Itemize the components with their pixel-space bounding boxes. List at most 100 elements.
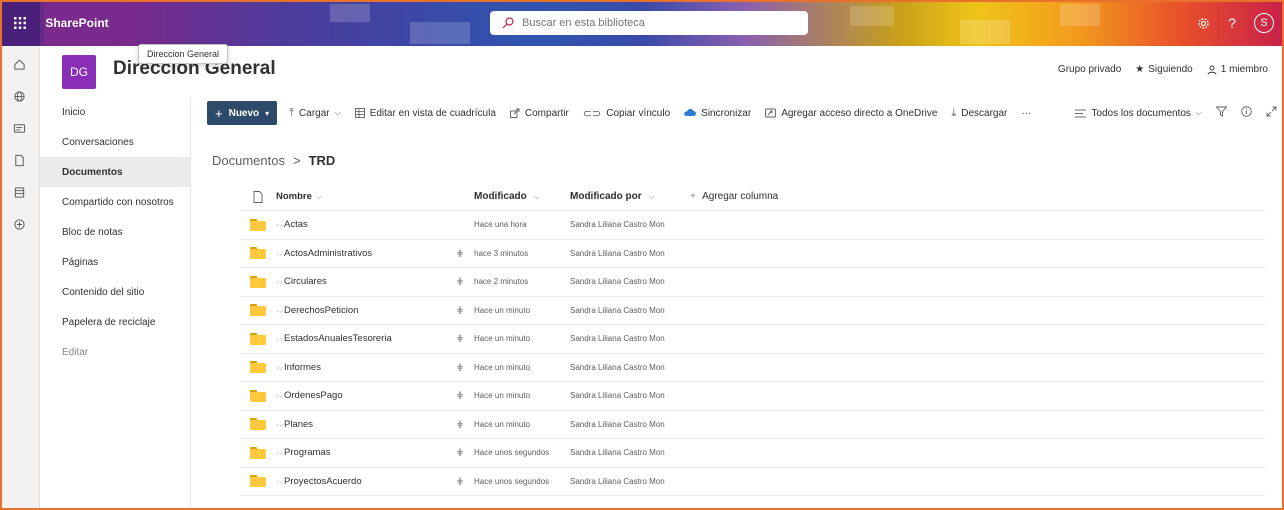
table-row[interactable]: ⸝⸝ ProyectosAcuerdo ⋕ Hace unos segundos San… [240,468,1265,496]
file-name: OrdenesPago [284,390,343,402]
nav-item-inicio[interactable]: Inicio [40,97,190,127]
table-row[interactable]: ⸝⸝ OrdenesPago ⋕ Hace un minuto Sandra Lilia… [240,382,1265,411]
file-name-cell[interactable]: ⸝⸝ DerechosPeticion [276,305,446,316]
modified-by-cell[interactable]: Sandra Liliana Castro Mon [570,420,684,429]
chevron-down-icon: ⌵ [315,191,322,201]
members-button[interactable]: 1 miembro [1207,64,1268,75]
copy-link-button[interactable]: ⊂⊃ Copiar vínculo [583,107,670,120]
shared-icon: ⋕ [456,447,464,458]
shared-icon: ⋕ [456,475,464,486]
modified-by-cell[interactable]: Sandra Liliana Castro Mon [570,277,684,286]
breadcrumb-separator: > [292,153,301,168]
modified-by-cell[interactable]: Sandra Liliana Castro Mon [570,477,684,486]
modified-by-cell[interactable]: Sandra Liliana Castro Mon [570,363,684,372]
folder-icon [240,418,276,431]
table-row[interactable]: ⸝⸝ ActosAdministrativos ⋕ hace 3 minutos San… [240,240,1265,268]
table-row[interactable]: ⸝⸝ Planes ⋕ Hace un minuto Sandra Liliana Ca… [240,411,1265,439]
column-header-modified-by[interactable]: Modificado por ⌵ [570,191,684,202]
new-button[interactable]: + Nuevo ▾ [207,101,278,125]
table-row[interactable]: ⸝⸝ DerechosPeticion ⋕ Hace un minuto Sandra … [240,297,1265,325]
file-name-cell[interactable]: ⸝⸝ Informes [276,362,446,373]
nav-item-conversaciones[interactable]: Conversaciones [40,127,190,157]
table-row[interactable]: ⸝⸝ Circulares ⋕ hace 2 minutos Sandra Lilian… [240,268,1265,297]
shared-icon: ⋕ [456,304,464,315]
modified-cell: hace 2 minutos [474,277,529,287]
modified-by-cell[interactable]: Sandra Liliana Castro Mon [570,334,684,343]
onedrive-shortcut-button[interactable]: Agregar acceso directo a OneDrive [765,108,937,119]
file-icon[interactable] [0,144,39,176]
shared-icon: ⋕ [456,418,464,429]
modified-by-cell[interactable]: Sandra Liliana Castro Mon [570,220,684,229]
share-button[interactable]: Compartir [509,107,569,119]
table-row[interactable]: ⸝⸝ Actas Hace una hora Sandra Liliana Castr… [240,211,1265,240]
site-logo[interactable]: DG [62,55,96,89]
more-icon: ··· [1021,107,1032,119]
settings-icon[interactable] [1197,17,1210,30]
upload-label: Cargar [299,107,330,119]
nav-item-paginas[interactable]: Páginas [40,247,190,277]
sync-button[interactable]: Sincronizar [684,108,751,119]
chevron-down-icon: ⌵ [533,192,540,201]
modified-cell: Hace una hora [474,220,527,230]
file-name-cell[interactable]: ⸝⸝ ProyectosAcuerdo [276,476,446,487]
table-row[interactable]: ⸝⸝ EstadosAnualesTesoreria ⋕ Hace un minuto… [240,325,1265,354]
modified-by-cell[interactable]: Sandra Liliana Castro Mon [570,249,684,258]
modified-by-cell[interactable]: Sandra Liliana Castro Mon [570,391,684,400]
expand-icon[interactable] [1266,106,1277,120]
file-name-cell[interactable]: ⸝⸝ Actas [276,219,446,230]
column-header-name[interactable]: Nombre ⌵ [276,191,446,202]
file-type-header-icon[interactable] [240,190,276,203]
more-button[interactable]: ··· [1021,108,1031,119]
modified-cell: Hace un minuto [474,391,531,401]
filter-icon[interactable] [1215,106,1228,120]
nav-item-contenido-del-sitio[interactable]: Contenido del sitio [40,277,190,307]
account-avatar[interactable]: S [1254,13,1274,33]
follow-label: Siguiendo [1148,64,1193,75]
news-icon[interactable] [0,112,39,144]
create-icon[interactable] [0,208,39,240]
search-box[interactable] [490,11,808,35]
help-icon[interactable]: ? [1228,15,1236,31]
column-header-modified[interactable]: Modificado ⌵ [474,191,570,202]
table-row[interactable]: ⸝⸝ Programas ⋕ Hace unos segundos Sandra Lil… [240,439,1265,468]
add-column-button[interactable]: + Agregar columna [690,191,778,202]
lists-icon[interactable] [0,176,39,208]
home-icon[interactable] [0,48,39,80]
modified-by-cell[interactable]: Sandra Liliana Castro Mon [570,448,684,457]
view-selector[interactable]: Todos los documentos ⌵ [1075,108,1202,119]
nav-item-documentos[interactable]: Documentos [40,157,190,187]
file-name-cell[interactable]: ⸝⸝ OrdenesPago [276,390,446,401]
app-launcher-button[interactable] [0,0,40,46]
nav-item-compartido[interactable]: Compartido con nosotros [40,187,190,217]
table-row[interactable]: ⸝⸝ Informes ⋕ Hace un minuto Sandra Liliana … [240,354,1265,382]
nav-item-papelera[interactable]: Papelera de reciclaje [40,307,190,337]
share-icon [509,108,520,118]
breadcrumb-root[interactable]: Documentos [212,153,285,168]
download-label: Descargar [961,107,1008,119]
file-name-cell[interactable]: ⸝⸝ Planes [276,419,446,430]
file-name-cell[interactable]: ⸝⸝ Programas [276,447,446,458]
upload-button[interactable]: ⤒ Cargar ⌵ [289,107,341,120]
waffle-icon [14,17,26,29]
file-name-cell[interactable]: ⸝⸝ EstadosAnualesTesoreria [276,333,446,344]
file-name-cell[interactable]: ⸝⸝ Circulares [276,276,446,287]
nav-edit-link[interactable]: Editar [40,337,190,367]
download-button[interactable]: ⤓ Descargar [951,107,1007,120]
document-list: Nombre ⌵ Modificado ⌵ Modificado por ⌵ +… [240,183,1265,496]
folder-icon [240,275,276,288]
grid-edit-button[interactable]: Editar en vista de cuadrícula [354,108,496,119]
suite-bar: SharePoint ? S [0,0,1284,46]
nav-item-bloc-de-notas[interactable]: Bloc de notas [40,217,190,247]
share-label: Compartir [524,107,569,119]
file-name-cell[interactable]: ⸝⸝ ActosAdministrativos [276,248,446,259]
modified-cell: Hace un minuto [474,334,531,344]
follow-button[interactable]: ★ Siguiendo [1135,64,1192,75]
globe-icon[interactable] [0,80,39,112]
sharepoint-brand-link[interactable]: SharePoint [44,0,110,46]
view-list-icon [1075,109,1087,117]
info-icon[interactable] [1241,106,1252,120]
modified-by-cell[interactable]: Sandra Liliana Castro Mon [570,306,684,315]
left-navigation: Inicio Conversaciones Documentos Compart… [40,97,191,510]
search-input[interactable] [522,17,782,29]
chevron-down-icon: ⌵ [334,108,341,117]
